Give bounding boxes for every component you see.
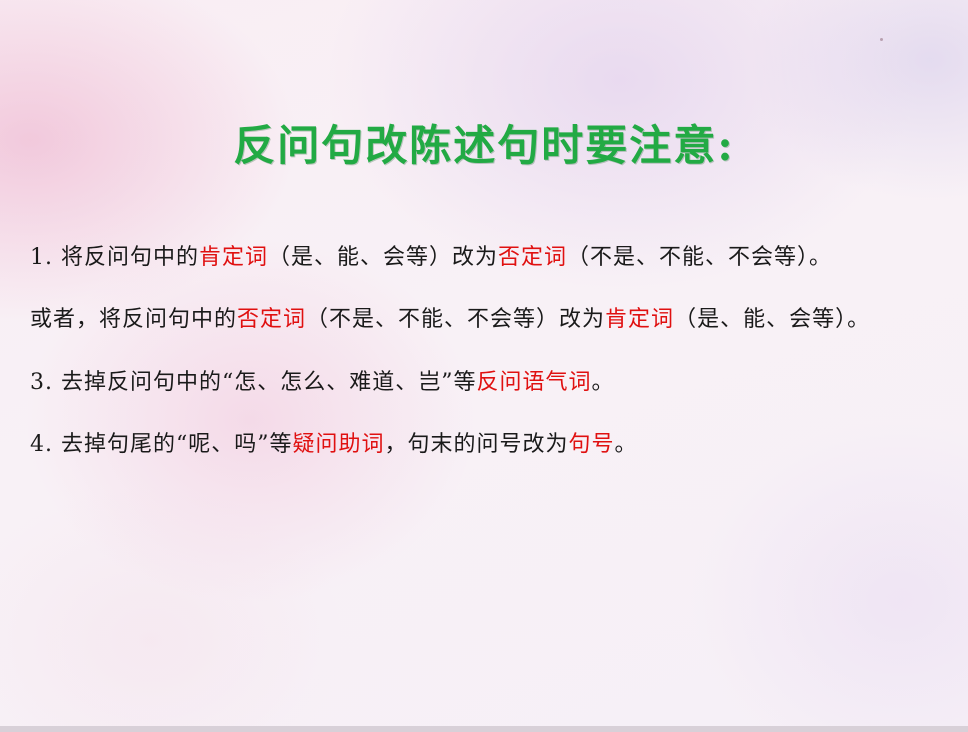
list-item-2: 或者，将反问句中的否定词（不是、不能、不会等）改为肯定词（是、能、会等）。 [30, 300, 965, 340]
item-4-text-1: 4. 去掉句尾的“呢、吗”等 [30, 432, 293, 457]
item-3-text-1: 3. 去掉反问句中的“怎、怎么、难道、岂”等 [30, 370, 477, 395]
slide: 反问句改陈述句时要注意: 1. 将反问句中的肯定词（是、能、会等）改为否定词（不… [0, 0, 968, 732]
page-title: 反问句改陈述句时要注意: [233, 121, 735, 170]
list-item-1: 1. 将反问句中的肯定词（是、能、会等）改为否定词（不是、不能、不会等）。 [30, 238, 965, 278]
item-4-text-3: 。 [614, 432, 638, 457]
item-2-text-2: （不是、不能、不会等）改为 [306, 307, 606, 332]
item-4-keyword-1: 疑问助词 [292, 432, 385, 457]
item-1-text-3: （不是、不能、不会等）。 [567, 245, 833, 270]
bottom-bar [0, 726, 968, 732]
item-4-keyword-2: 句号 [568, 432, 615, 457]
item-2-text-1: 或者，将反问句中的 [30, 307, 238, 332]
decorative-dot [880, 38, 883, 41]
item-1-text-2: （是、能、会等）改为 [268, 245, 499, 270]
item-1-keyword-2: 否定词 [498, 245, 568, 270]
item-3-keyword-1: 反问语气词 [476, 370, 592, 395]
item-2-text-3: （是、能、会等）。 [674, 307, 871, 332]
item-2-keyword-2: 肯定词 [605, 307, 675, 332]
list-item-4: 4. 去掉句尾的“呢、吗”等疑问助词，句末的问号改为句号。 [30, 425, 965, 465]
item-1-text-1: 1. 将反问句中的 [30, 245, 199, 270]
item-4-text-2: ，句末的问号改为 [384, 432, 569, 457]
item-1-keyword-1: 肯定词 [198, 245, 268, 270]
item-3-text-2: 。 [591, 370, 615, 395]
list-item-3: 3. 去掉反问句中的“怎、怎么、难道、岂”等反问语气词。 [30, 363, 965, 403]
notes-list: 1. 将反问句中的肯定词（是、能、会等）改为否定词（不是、不能、不会等）。 或者… [30, 238, 965, 487]
item-2-keyword-1: 否定词 [237, 307, 307, 332]
